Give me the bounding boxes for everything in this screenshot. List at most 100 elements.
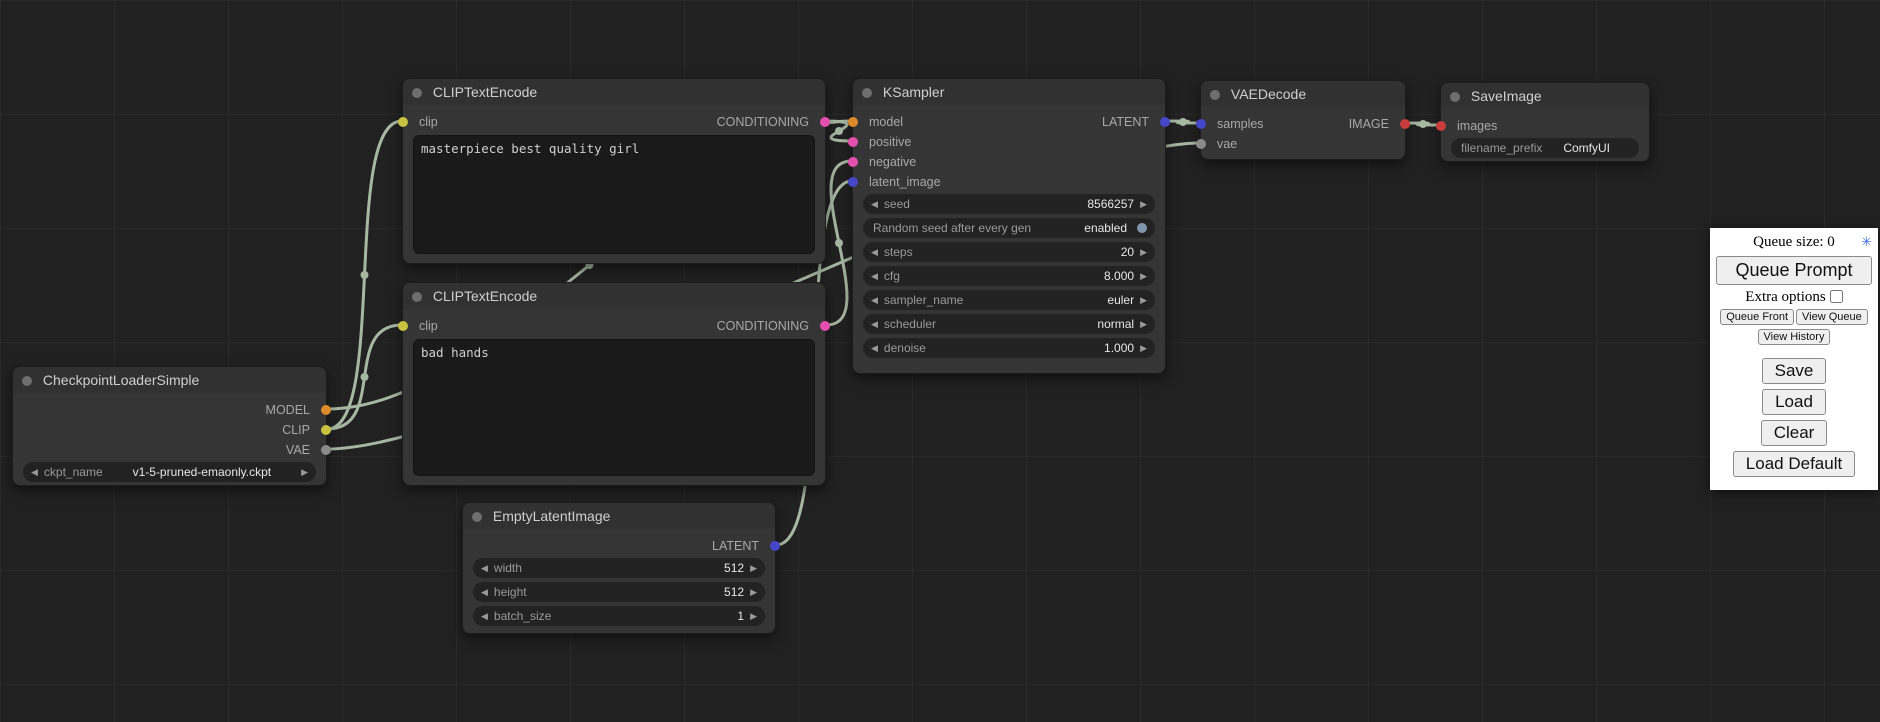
load-button[interactable]: Load bbox=[1762, 389, 1826, 415]
widget-denoise[interactable]: ◀ denoise 1.000 ▶ bbox=[863, 338, 1155, 358]
widget-steps[interactable]: ◀ steps 20 ▶ bbox=[863, 242, 1155, 262]
node-title-bar[interactable]: KSampler bbox=[853, 79, 1165, 105]
node-title: SaveImage bbox=[1471, 88, 1542, 104]
queue-prompt-button[interactable]: Queue Prompt bbox=[1716, 256, 1872, 285]
arrow-right-icon[interactable]: ▶ bbox=[1140, 314, 1147, 334]
node-title-bar[interactable]: CheckpointLoaderSimple bbox=[13, 367, 326, 393]
link-midpoint-dot bbox=[1419, 120, 1427, 128]
widget-scheduler[interactable]: ◀ scheduler normal ▶ bbox=[863, 314, 1155, 334]
extra-options-checkbox[interactable] bbox=[1830, 290, 1843, 303]
collapse-dot-icon[interactable] bbox=[412, 88, 422, 98]
output-dot-conditioning[interactable] bbox=[820, 321, 830, 331]
widget-height[interactable]: ◀ height 512 ▶ bbox=[473, 582, 765, 602]
node-title-bar[interactable]: CLIPTextEncode bbox=[403, 79, 825, 105]
slot-row: images bbox=[1441, 116, 1649, 136]
collapse-dot-icon[interactable] bbox=[412, 292, 422, 302]
arrow-right-icon[interactable]: ▶ bbox=[750, 558, 757, 578]
output-label-image: IMAGE bbox=[1349, 114, 1389, 134]
node-vae-decode[interactable]: VAEDecode samples IMAGE vae bbox=[1200, 80, 1406, 160]
toggle-on-dot[interactable] bbox=[1137, 223, 1147, 233]
node-empty-latent-image[interactable]: EmptyLatentImage LATENT ◀ width 512 ▶ ◀ … bbox=[462, 502, 776, 634]
output-dot-vae[interactable] bbox=[321, 445, 331, 455]
node-checkpoint-loader-simple[interactable]: CheckpointLoaderSimple MODEL CLIP VAE ◀ … bbox=[12, 366, 327, 486]
node-title-bar[interactable]: VAEDecode bbox=[1201, 81, 1405, 107]
queue-front-button[interactable]: Queue Front bbox=[1720, 309, 1794, 325]
arrow-left-icon[interactable]: ◀ bbox=[871, 242, 878, 262]
view-history-button[interactable]: View History bbox=[1758, 329, 1831, 345]
arrow-right-icon[interactable]: ▶ bbox=[1140, 266, 1147, 286]
load-default-button[interactable]: Load Default bbox=[1733, 451, 1855, 477]
output-dot-clip[interactable] bbox=[321, 425, 331, 435]
node-title-bar[interactable]: EmptyLatentImage bbox=[463, 503, 775, 529]
input-label-vae: vae bbox=[1217, 134, 1237, 154]
collapse-dot-icon[interactable] bbox=[1210, 90, 1220, 100]
input-dot-model[interactable] bbox=[848, 117, 858, 127]
output-label-conditioning: CONDITIONING bbox=[717, 112, 809, 132]
widget-cfg[interactable]: ◀ cfg 8.000 ▶ bbox=[863, 266, 1155, 286]
arrow-left-icon[interactable]: ◀ bbox=[871, 194, 878, 214]
collapse-dot-icon[interactable] bbox=[1450, 92, 1460, 102]
arrow-left-icon[interactable]: ◀ bbox=[31, 462, 38, 482]
arrow-left-icon[interactable]: ◀ bbox=[871, 290, 878, 310]
output-dot-latent[interactable] bbox=[1160, 117, 1170, 127]
output-dot-image[interactable] bbox=[1400, 119, 1410, 129]
input-label-clip: clip bbox=[419, 112, 438, 132]
input-dot-positive[interactable] bbox=[848, 137, 858, 147]
widget-label: filename_prefix bbox=[1461, 141, 1542, 155]
negative-prompt-textarea[interactable]: bad hands bbox=[413, 339, 815, 476]
input-dot-latent-image[interactable] bbox=[848, 177, 858, 187]
widget-random-seed-toggle[interactable]: Random seed after every gen enabled bbox=[863, 218, 1155, 238]
arrow-left-icon[interactable]: ◀ bbox=[481, 558, 488, 578]
widget-sampler-name[interactable]: ◀ sampler_name euler ▶ bbox=[863, 290, 1155, 310]
input-dot-samples[interactable] bbox=[1196, 119, 1206, 129]
output-dot-model[interactable] bbox=[321, 405, 331, 415]
widget-label: height bbox=[494, 585, 527, 599]
collapse-dot-icon[interactable] bbox=[472, 512, 482, 522]
view-queue-button[interactable]: View Queue bbox=[1796, 309, 1868, 325]
arrow-right-icon[interactable]: ▶ bbox=[1140, 194, 1147, 214]
collapse-dot-icon[interactable] bbox=[862, 88, 872, 98]
widget-label: seed bbox=[884, 197, 910, 211]
arrow-left-icon[interactable]: ◀ bbox=[871, 266, 878, 286]
arrow-left-icon[interactable]: ◀ bbox=[481, 582, 488, 602]
arrow-left-icon[interactable]: ◀ bbox=[871, 314, 878, 334]
widget-value: euler bbox=[963, 293, 1140, 307]
positive-prompt-textarea[interactable]: masterpiece best quality girl bbox=[413, 135, 815, 254]
arrow-left-icon[interactable]: ◀ bbox=[871, 338, 878, 358]
output-label-latent: LATENT bbox=[1102, 112, 1149, 132]
input-dot-clip[interactable] bbox=[398, 117, 408, 127]
output-dot-conditioning[interactable] bbox=[820, 117, 830, 127]
output-dot-latent[interactable] bbox=[770, 541, 780, 551]
node-clip-text-encode-positive[interactable]: CLIPTextEncode clip CONDITIONING masterp… bbox=[402, 78, 826, 264]
arrow-right-icon[interactable]: ▶ bbox=[1140, 242, 1147, 262]
node-save-image[interactable]: SaveImage images filename_prefix ComfyUI bbox=[1440, 82, 1650, 162]
settings-icon[interactable]: ✳ bbox=[1861, 234, 1872, 250]
input-dot-clip[interactable] bbox=[398, 321, 408, 331]
widget-seed[interactable]: ◀ seed 8566257 ▶ bbox=[863, 194, 1155, 214]
widget-width[interactable]: ◀ width 512 ▶ bbox=[473, 558, 765, 578]
input-dot-negative[interactable] bbox=[848, 157, 858, 167]
input-dot-images[interactable] bbox=[1436, 121, 1446, 131]
widget-filename-prefix[interactable]: filename_prefix ComfyUI bbox=[1451, 138, 1639, 158]
arrow-right-icon[interactable]: ▶ bbox=[301, 462, 308, 482]
clear-button[interactable]: Clear bbox=[1761, 420, 1828, 446]
arrow-right-icon[interactable]: ▶ bbox=[1140, 290, 1147, 310]
node-title-bar[interactable]: SaveImage bbox=[1441, 83, 1649, 109]
node-title-bar[interactable]: CLIPTextEncode bbox=[403, 283, 825, 309]
arrow-right-icon[interactable]: ▶ bbox=[1140, 338, 1147, 358]
node-ksampler[interactable]: KSampler model LATENT positive negative … bbox=[852, 78, 1166, 374]
arrow-right-icon[interactable]: ▶ bbox=[750, 582, 757, 602]
collapse-dot-icon[interactable] bbox=[22, 376, 32, 386]
widget-ckpt-name[interactable]: ◀ ckpt_name v1-5-pruned-emaonly.ckpt ▶ bbox=[23, 462, 316, 482]
arrow-right-icon[interactable]: ▶ bbox=[750, 606, 757, 626]
arrow-left-icon[interactable]: ◀ bbox=[481, 606, 488, 626]
save-button[interactable]: Save bbox=[1762, 358, 1827, 384]
comfyui-canvas[interactable]: { "colors": { "model": "#dd8a2b", "clip"… bbox=[0, 0, 1880, 722]
widget-value: 512 bbox=[527, 585, 750, 599]
widget-batch-size[interactable]: ◀ batch_size 1 ▶ bbox=[473, 606, 765, 626]
graph-link bbox=[1166, 121, 1200, 123]
input-dot-vae[interactable] bbox=[1196, 139, 1206, 149]
node-clip-text-encode-negative[interactable]: CLIPTextEncode clip CONDITIONING bad han… bbox=[402, 282, 826, 486]
link-midpoint-dot bbox=[835, 127, 843, 135]
node-title: EmptyLatentImage bbox=[493, 508, 611, 524]
